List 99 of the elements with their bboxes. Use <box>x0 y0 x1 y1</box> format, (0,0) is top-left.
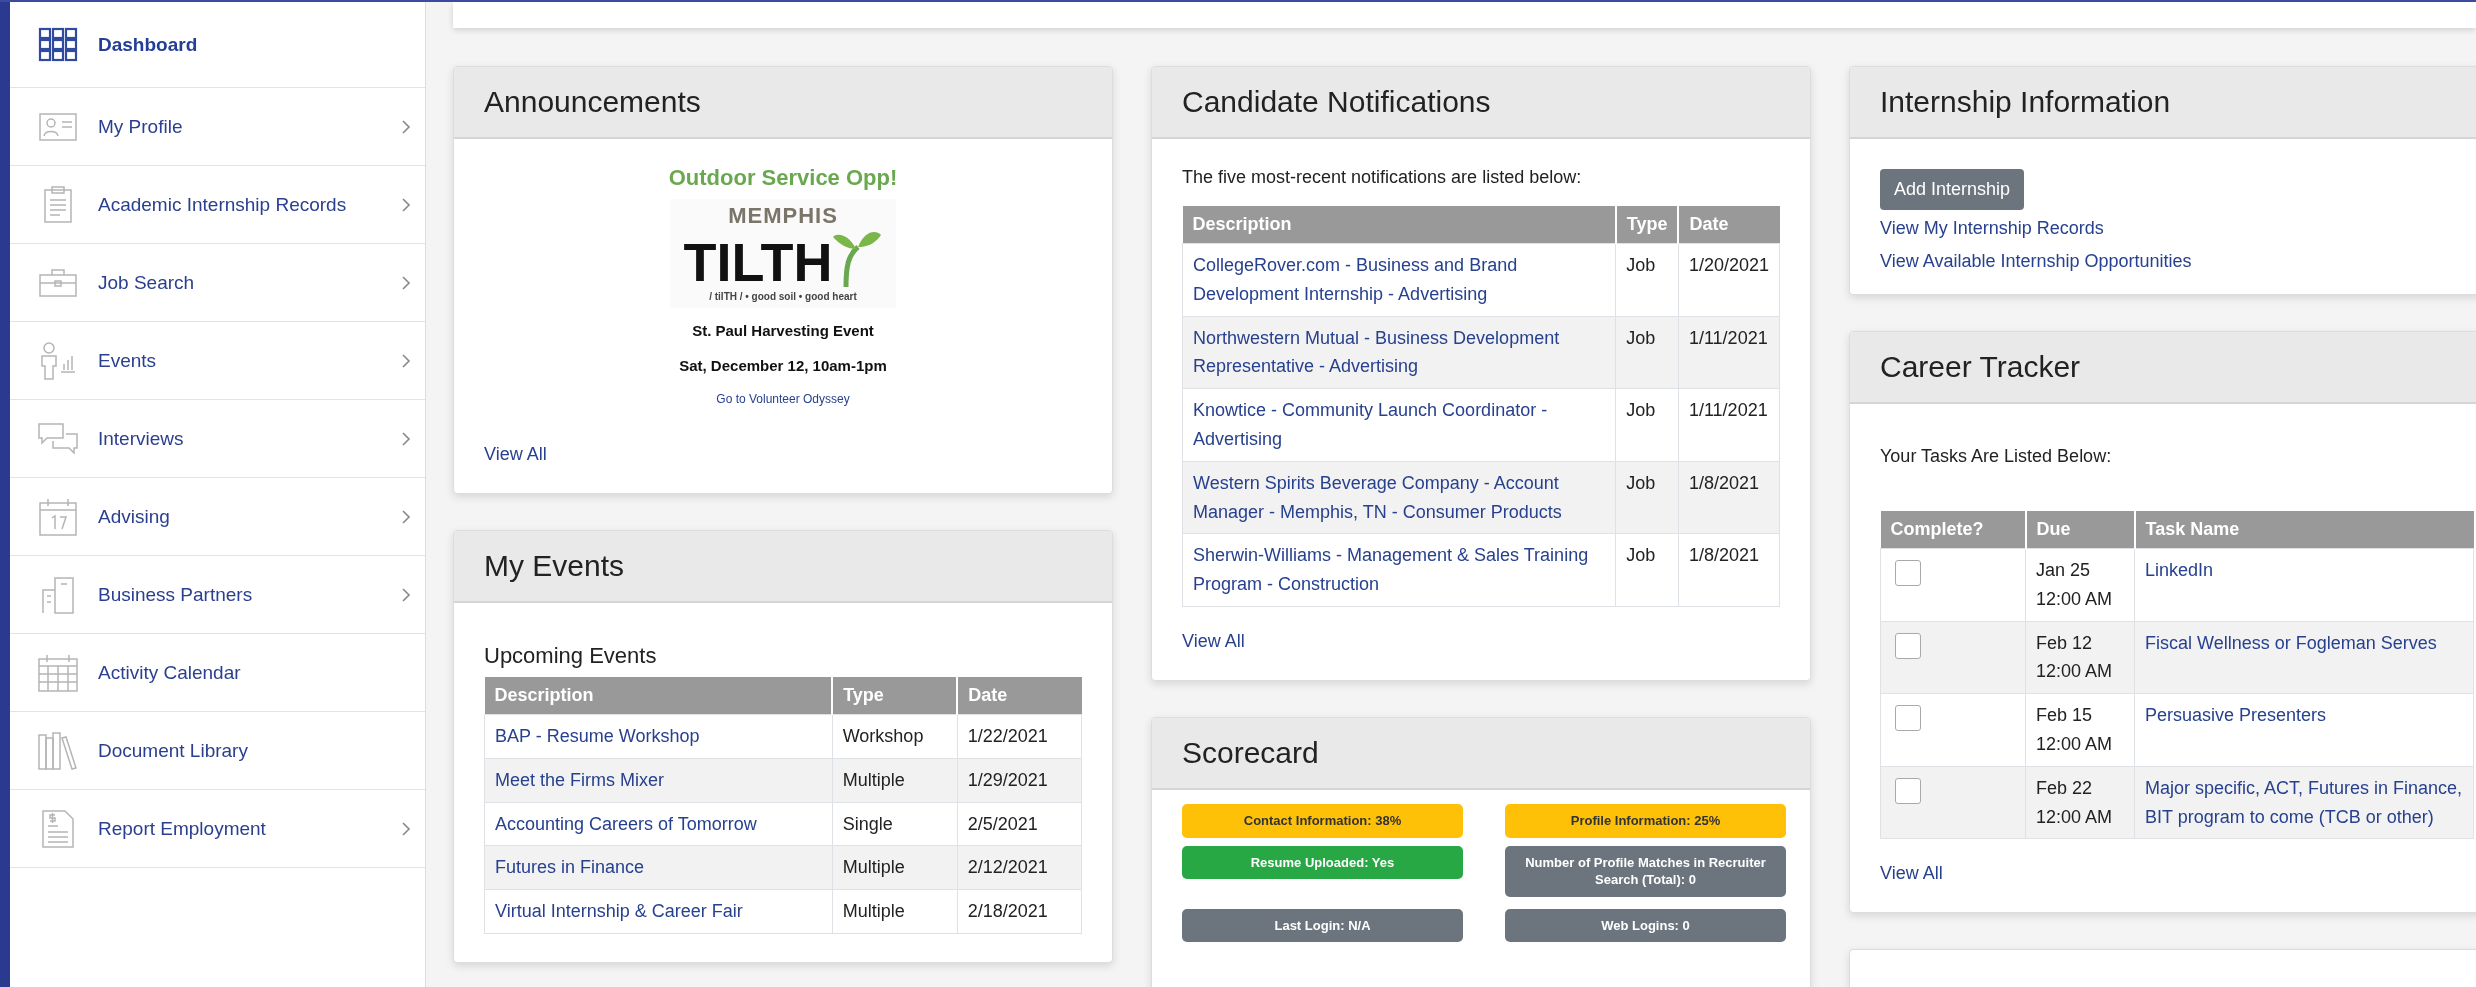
internship-link[interactable]: View Available Internship Opportunities <box>1880 251 2476 272</box>
table-cell: Job <box>1615 316 1679 389</box>
checkbox[interactable] <box>1895 705 1921 732</box>
briefcase-icon <box>39 267 77 298</box>
announcement-headline: Outdoor Service Opp! <box>668 165 898 191</box>
column-header: Date <box>1678 206 1780 244</box>
event-time: Sat, December 12, 10am-1pm <box>679 357 887 374</box>
table-cell: 1/22/2021 <box>957 714 1082 759</box>
card-title: Career Tracker <box>1880 350 2081 384</box>
task-link[interactable]: LinkedIn <box>2145 556 2463 585</box>
table-cell: Workshop <box>832 714 958 759</box>
table-cell: Multiple <box>832 758 958 803</box>
table-link[interactable]: Western Spirits Beverage Company - Account Manager - Memphis, TN - Consumer Products <box>1193 468 1606 527</box>
task-link[interactable]: Persuasive Presenters <box>2145 701 2463 730</box>
logo-image: MEMPHIS TILTH / tilTH / • good soil • good heart <box>669 199 897 308</box>
person-chart-icon <box>39 341 77 380</box>
grid-icon <box>38 26 78 63</box>
intro-text: Your Tasks Are Listed Below: <box>1880 446 2113 467</box>
status-badge: Profile Information: 25% <box>1505 803 1786 838</box>
sidebar-item[interactable]: Dashboard <box>10 2 425 88</box>
event-name: St. Paul Harvesting Event <box>692 322 874 339</box>
table-cell: Job <box>1615 461 1679 534</box>
add-internship-button[interactable]: Add Internship <box>1880 169 2025 210</box>
checkbox[interactable] <box>1895 632 1921 659</box>
section-heading: Upcoming Events <box>484 643 658 669</box>
checkbox[interactable] <box>1895 777 1921 804</box>
table-cell: Jan 25 12:00 AM <box>2025 548 2135 622</box>
sidebar-item[interactable]: Business Partners <box>10 556 425 634</box>
table-cell: 1/11/2021 <box>1678 388 1780 462</box>
calendar-grid-icon <box>38 653 78 692</box>
card-title: Candidate Notifications <box>1182 85 1491 119</box>
table-link[interactable]: Northwestern Mutual - Business Development Representative - Advertising <box>1193 323 1606 382</box>
table-link[interactable]: Meet the Firms Mixer <box>495 765 822 795</box>
chat-bubbles-icon <box>38 421 78 456</box>
status-badge: Number of Profile Matches in Recruiter Search (Total): 0 <box>1505 845 1786 897</box>
table-link[interactable]: Futures in Finance <box>495 853 822 883</box>
table-link[interactable]: Knowtice - Community Launch Coordinator - Advertising <box>1193 396 1606 454</box>
table-cell: Feb 12 12:00 AM <box>2025 621 2135 694</box>
table-cell: 1/8/2021 <box>1678 533 1780 607</box>
view-all-link[interactable]: View All <box>484 444 547 465</box>
card-title: Announcements <box>484 85 701 119</box>
task-link[interactable]: Fiscal Wellness or Fogleman Serves <box>2145 628 2463 658</box>
task-link[interactable]: Major specific, ACT, Futures in Finance, BIT program to come (TCB or other) <box>2145 773 2463 832</box>
books-icon <box>38 731 78 770</box>
calendar-day-icon <box>39 497 77 536</box>
table-cell: Multiple <box>832 889 958 934</box>
sidebar-item[interactable]: Document Library <box>10 712 425 790</box>
sidebar-item[interactable]: My Profile <box>10 88 425 166</box>
status-badge: Contact Information: 38% <box>1182 803 1463 838</box>
table-cell: 1/11/2021 <box>1678 316 1780 389</box>
table-cell: 1/8/2021 <box>1678 461 1780 534</box>
table-link[interactable]: Sherwin-Williams - Management & Sales Training Program - Construction <box>1193 541 1606 599</box>
table-link[interactable]: Accounting Careers of Tomorrow <box>495 809 822 839</box>
table-cell: 2/12/2021 <box>957 845 1082 890</box>
table-cell: Job <box>1615 388 1679 462</box>
table-cell: Feb 15 12:00 AM <box>2025 693 2135 767</box>
view-all-link[interactable]: View All <box>1182 630 1245 652</box>
table-cell: 2/5/2021 <box>957 802 1082 846</box>
status-badge: Last Login: N/A <box>1182 908 1463 943</box>
building-icon <box>41 575 75 614</box>
sidebar-item[interactable]: Report Employment <box>10 790 425 868</box>
internship-link[interactable]: View My Internship Records <box>1880 218 2476 239</box>
column-header: Date <box>957 677 1082 715</box>
intro-text: The five most-recent notifications are listed below: <box>1182 167 1583 188</box>
table-cell: Multiple <box>832 845 958 890</box>
column-header: Description <box>1182 206 1616 244</box>
table-cell: Job <box>1615 533 1679 607</box>
sidebar-item[interactable]: Advising <box>10 478 425 556</box>
card-title: My Events <box>484 549 625 583</box>
sidebar-item[interactable]: Events <box>10 322 425 400</box>
pay-document-icon <box>42 809 74 848</box>
table-link[interactable]: BAP - Resume Workshop <box>495 722 822 751</box>
status-badge: Web Logins: 0 <box>1505 908 1786 943</box>
clipboard-icon <box>43 185 73 224</box>
sidebar-item[interactable]: Interviews <box>10 400 425 478</box>
column-header: Description <box>484 677 833 715</box>
sidebar-item[interactable]: Activity Calendar <box>10 634 425 712</box>
column-header: Type <box>832 677 958 715</box>
table-cell: 2/18/2021 <box>957 889 1082 934</box>
volunteer-link[interactable]: Go to Volunteer Odyssey <box>716 392 850 406</box>
table-cell: Single <box>832 802 958 846</box>
table-cell: Feb 22 12:00 AM <box>2025 766 2135 839</box>
card-title: Scorecard <box>1182 735 1319 770</box>
sidebar-item[interactable]: Academic Internship Records <box>10 166 425 244</box>
column-header: Complete? <box>1880 511 2026 549</box>
column-header: Task Name <box>2134 511 2474 549</box>
column-header: Type <box>1615 206 1679 244</box>
id-card-icon <box>39 111 77 142</box>
table-cell: 1/29/2021 <box>957 758 1082 803</box>
table-link[interactable]: CollegeRover.com - Business and Brand Development Internship - Advertising <box>1193 251 1606 309</box>
checkbox[interactable] <box>1895 560 1921 586</box>
status-badge: Resume Uploaded: Yes <box>1182 845 1463 880</box>
table-cell: Job <box>1615 243 1679 317</box>
column-header: Due <box>2025 511 2135 549</box>
card-title: Internship Information <box>1880 85 2171 119</box>
view-all-link[interactable]: View All <box>1880 863 1943 885</box>
table-cell: 1/20/2021 <box>1678 243 1780 317</box>
sidebar-item[interactable]: Job Search <box>10 244 425 322</box>
table-link[interactable]: Virtual Internship & Career Fair <box>495 897 822 926</box>
